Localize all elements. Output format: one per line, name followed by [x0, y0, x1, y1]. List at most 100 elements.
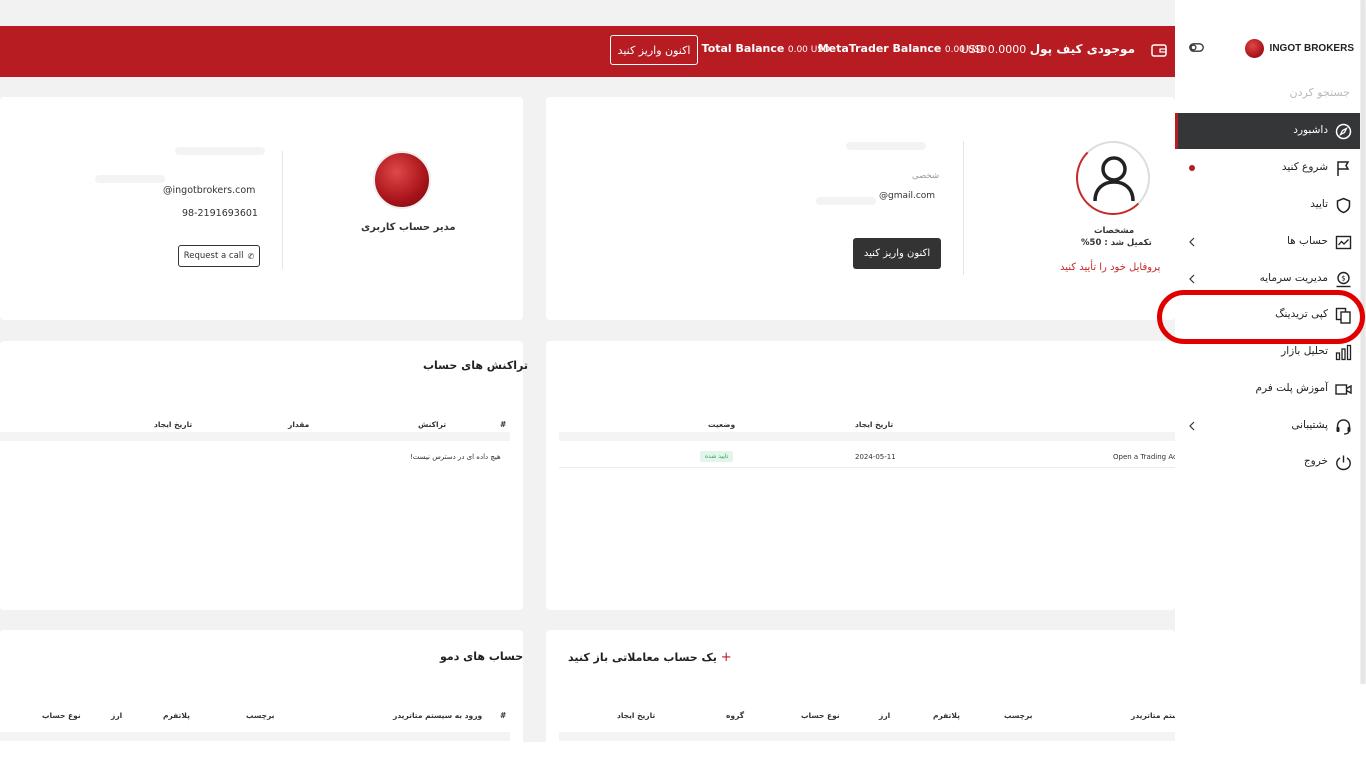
- user-icon: [1093, 156, 1135, 202]
- headset-icon: [1336, 419, 1351, 435]
- compass-icon: [1335, 123, 1352, 140]
- sidebar-item-label: حساب ها: [1286, 235, 1328, 247]
- flag-icon: [1337, 161, 1350, 176]
- requests-header-created: تاریخ ایجاد: [855, 420, 894, 429]
- transactions-header-amount: مقدار: [288, 420, 310, 429]
- sidebar-item-copy-trading[interactable]: کپی تریدینگ: [1175, 297, 1360, 333]
- profile-avatar[interactable]: [1076, 141, 1150, 215]
- main-content: USD 0.0000 موجودی کیف پول MetaTrader Bal…: [0, 0, 1175, 742]
- sidebar-toggle-icon[interactable]: [1189, 43, 1204, 52]
- request-call-label: Request a call: [183, 251, 244, 261]
- sidebar-item-accounts[interactable]: حساب ها: [1175, 224, 1360, 260]
- manager-blur-line: [95, 175, 165, 183]
- open-account-title[interactable]: + یک حساب معاملاتی باز کنید: [568, 650, 732, 665]
- chevron-left-icon: [1189, 421, 1195, 431]
- sidebar-item-label: آموزش پلت فرم: [1255, 382, 1328, 394]
- open-account-header-mt: ستم متاتریدر: [1131, 711, 1175, 720]
- demo-header-currency: ارز: [111, 711, 123, 720]
- scrollbar-thumb[interactable]: [1361, 0, 1365, 684]
- notification-dot: [1189, 165, 1195, 171]
- manager-title: مدیر حساب کاربری: [361, 222, 456, 233]
- transactions-header-hash: #: [500, 420, 507, 429]
- profile-divider: [963, 141, 964, 275]
- request-call-button[interactable]: Request a call ✆: [178, 245, 260, 267]
- sidebar-item-get-started[interactable]: شروع کنید: [1175, 150, 1360, 186]
- account-manager-card: مدیر حساب کاربری @ingotbrokers.com 98-21…: [0, 97, 523, 320]
- copy-icon: [1335, 307, 1351, 324]
- metatrader-balance: MetaTrader Balance 0.00 USD: [818, 42, 987, 55]
- open-account-label: یک حساب معاملاتی باز کنید: [568, 651, 717, 664]
- demo-header-label: برچسب: [246, 711, 275, 720]
- open-account-header-created: تاریخ ایجاد: [617, 711, 656, 720]
- open-account-header-group: گروه: [726, 711, 745, 720]
- chart-window-icon: [1335, 235, 1352, 250]
- money-icon: $: [1336, 271, 1351, 288]
- transactions-card: تراکنش های حساب # تراکنش مقدار تاریخ ایج…: [0, 341, 528, 610]
- profile-card: مشخصات تکمیل شد : 50% پروفایل خود را تأی…: [546, 97, 1175, 320]
- demo-header-login: ورود به سیستم متاتریدر: [393, 711, 483, 720]
- sidebar-item-label: مدیریت سرمایه: [1259, 272, 1328, 284]
- demo-header-row: [0, 732, 510, 741]
- sidebar-item-label: داشبورد: [1293, 124, 1328, 136]
- profile-type: شخصی: [912, 171, 940, 181]
- wallet-icon[interactable]: [1151, 43, 1167, 57]
- transactions-header-row: [0, 432, 510, 441]
- demo-accounts-title: حساب های دمو: [440, 650, 524, 663]
- power-icon: [1336, 455, 1351, 471]
- demo-header-type: نوع حساب: [42, 711, 81, 720]
- phone-icon: ✆: [247, 251, 255, 261]
- sidebar-item-market-analysis[interactable]: تحلیل بازار: [1175, 334, 1360, 370]
- wallet-label: موجودی کیف پول: [1029, 42, 1135, 56]
- manager-phone: 98-2191693601: [182, 208, 258, 219]
- sidebar-item-support[interactable]: پشتیبانی: [1175, 408, 1360, 444]
- sidebar-item-label: تحلیل بازار: [1281, 345, 1328, 357]
- profile-details-label: مشخصات: [1094, 226, 1135, 236]
- shield-icon: [1336, 197, 1351, 214]
- sidebar-item-label: شروع کنید: [1281, 161, 1328, 173]
- brand-name: INGOT BROKERS: [1269, 42, 1354, 54]
- transactions-empty: هیچ داده ای در دسترس نیست!: [410, 453, 501, 461]
- transactions-header-created: تاریخ ایجاد: [154, 420, 193, 429]
- verify-profile-link[interactable]: پروفایل خود را تأیید کنید: [1060, 262, 1160, 273]
- transactions-title: تراکنش های حساب: [423, 359, 528, 372]
- search-input[interactable]: [1190, 86, 1350, 99]
- profile-deposit-button[interactable]: اکنون واریز کنید: [853, 238, 941, 269]
- mt-balance-label: MetaTrader Balance: [817, 42, 942, 55]
- profile-blur-line: [816, 197, 876, 205]
- status-badge: تایید شده: [700, 451, 734, 462]
- video-icon: [1335, 384, 1352, 395]
- profile-email: @gmail.com: [879, 191, 936, 201]
- chevron-left-icon: [1189, 237, 1195, 247]
- request-type: Open a Trading Ac: [1113, 453, 1175, 461]
- requests-row-divider: [559, 467, 1175, 468]
- request-date: 2024-05-11: [855, 453, 896, 461]
- bar-chart-icon: [1335, 344, 1352, 361]
- requests-card: تاریخ ایجاد وضعیت Open a Trading Ac 2024…: [546, 341, 1175, 610]
- sidebar-item-verify[interactable]: تایید: [1175, 187, 1360, 223]
- sidebar-item-dashboard[interactable]: داشبورد: [1175, 113, 1360, 149]
- sidebar-item-funds[interactable]: $ مدیریت سرمایه: [1175, 261, 1360, 297]
- total-balance: Total Balance 0.00 USD: [702, 42, 830, 55]
- sidebar-item-label: تایید: [1310, 198, 1328, 210]
- sidebar: INGOT BROKERS داشبورد شروع کنید: [1175, 0, 1360, 768]
- brand[interactable]: INGOT BROKERS: [1244, 38, 1354, 58]
- sidebar-scrollbar[interactable]: [1360, 0, 1366, 684]
- manager-email[interactable]: @ingotbrokers.com: [163, 185, 255, 196]
- profile-completion: تکمیل شد : 50%: [1081, 238, 1152, 248]
- open-account-header-platform: پلاتفرم: [933, 711, 960, 720]
- total-balance-value: 0.00 USD: [787, 45, 830, 55]
- svg-text:$: $: [1341, 275, 1345, 283]
- open-account-header-currency: ارز: [879, 711, 891, 720]
- sidebar-item-logout[interactable]: خروج: [1175, 444, 1360, 480]
- sidebar-item-label: پشتیبانی: [1291, 419, 1328, 431]
- sidebar-item-platform-tutorial[interactable]: آموزش پلت فرم: [1175, 371, 1360, 407]
- requests-header-row: [559, 432, 1175, 441]
- sidebar-item-label: خروج: [1303, 455, 1328, 467]
- deposit-now-button[interactable]: اکنون واریز کنید: [610, 35, 698, 65]
- requests-header-status: وضعیت: [708, 420, 736, 429]
- demo-accounts-card: حساب های دمو # ورود به سیستم متاتریدر بر…: [0, 630, 523, 742]
- open-account-card: + یک حساب معاملاتی باز کنید ستم متاتریدر…: [546, 630, 1175, 742]
- manager-name-placeholder: [175, 147, 265, 155]
- profile-name-placeholder: [846, 142, 926, 150]
- transactions-header-transaction: تراکنش: [418, 420, 447, 429]
